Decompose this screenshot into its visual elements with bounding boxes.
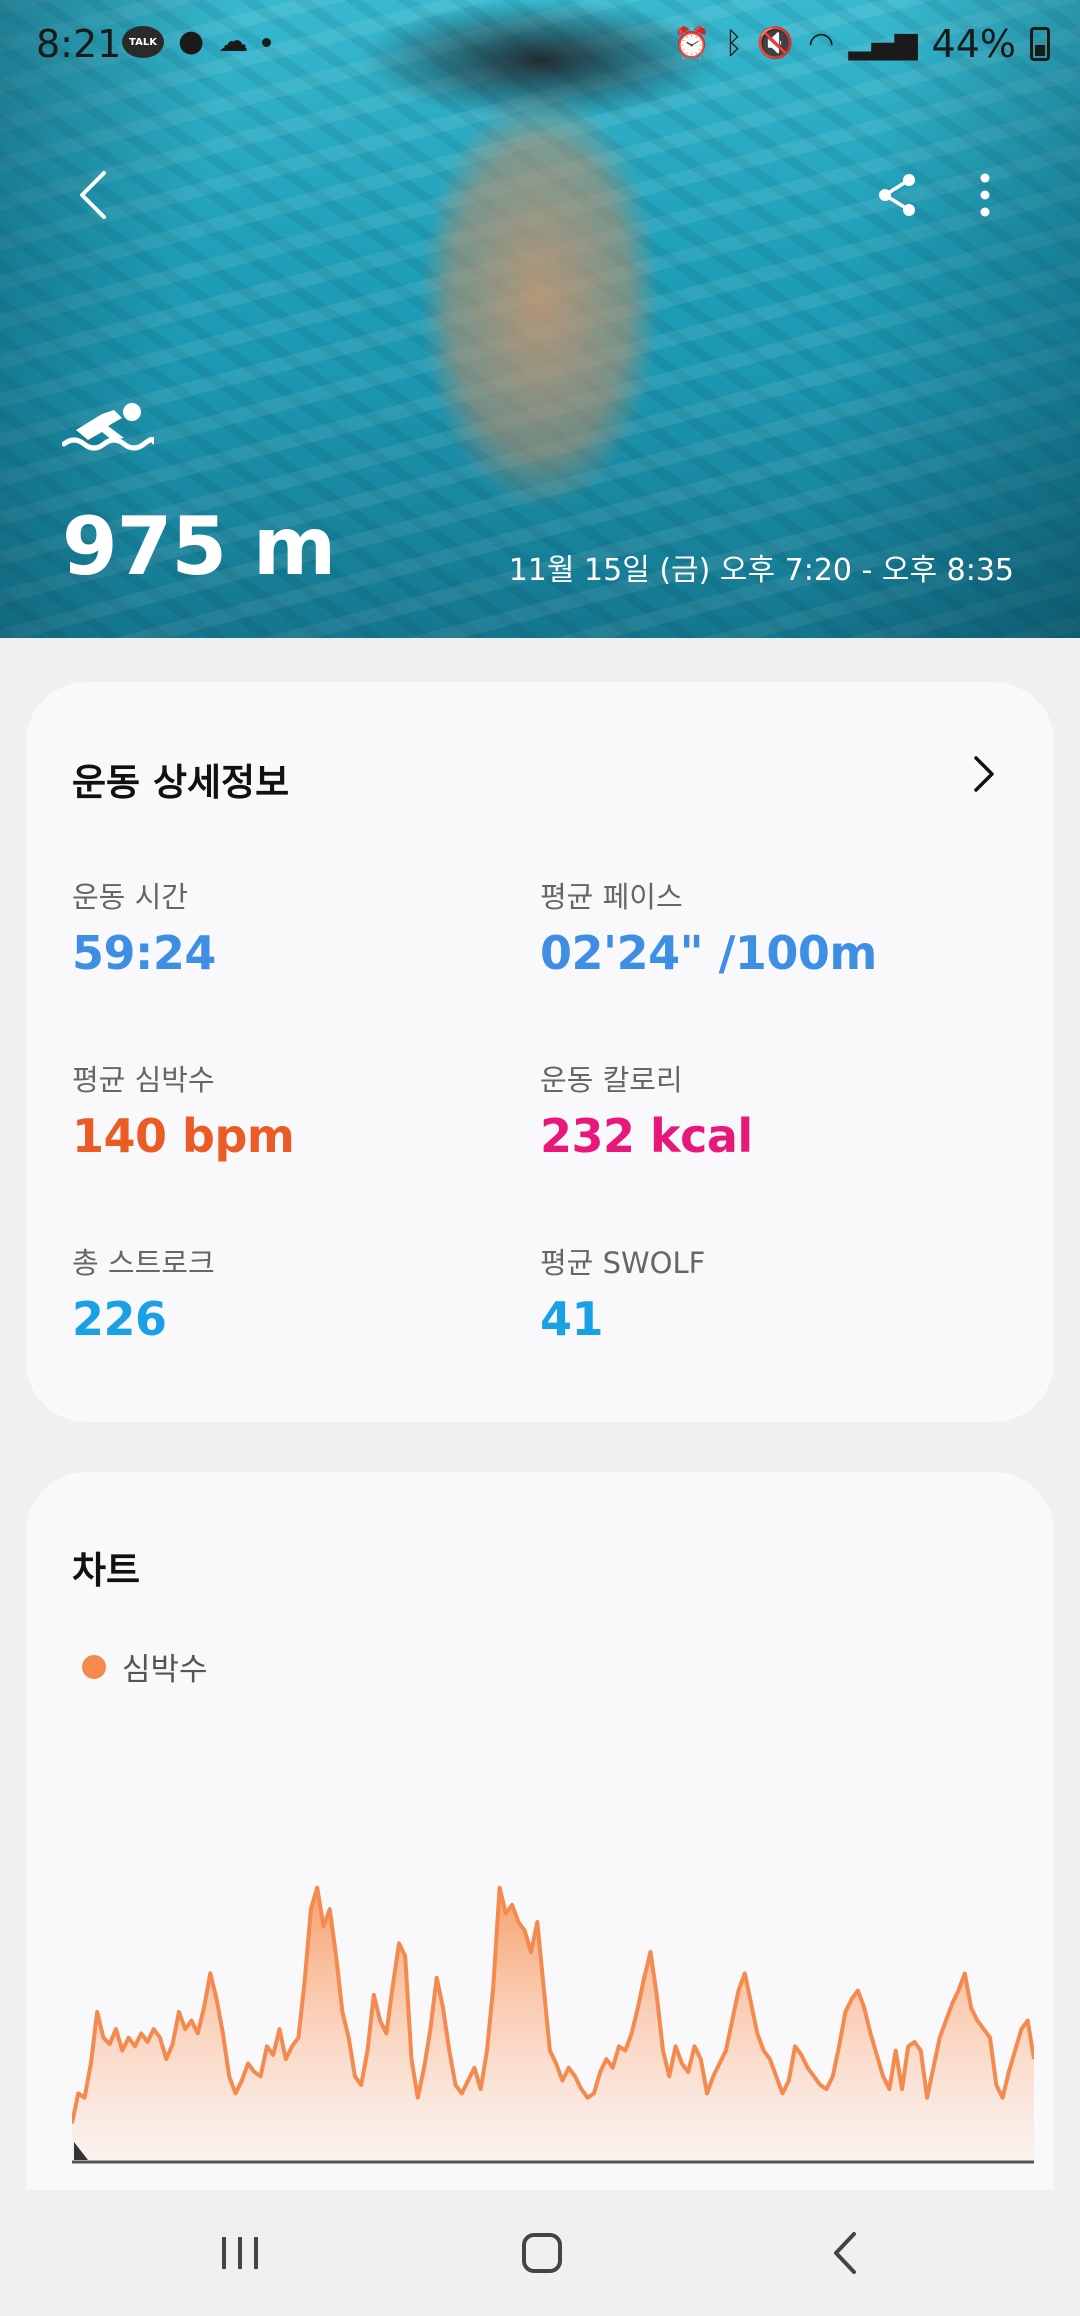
chevron-right-icon[interactable]: [964, 754, 1004, 794]
chart-legend: 심박수: [82, 1644, 208, 1689]
workout-time-range: 11월 15일 (금) 오후 7:20 - 오후 8:35: [508, 553, 1014, 588]
heart-rate-area: [72, 1887, 1034, 2162]
stat-value: 02'24" /100m: [540, 926, 877, 980]
stat-calories: 운동 칼로리 232 kcal: [540, 1057, 753, 1163]
stat-avg-heart-rate: 평균 심박수 140 bpm: [72, 1057, 295, 1163]
stat-avg-swolf: 평균 SWOLF 41: [540, 1240, 705, 1346]
signal-icon: ▂▄▆: [848, 26, 918, 61]
stat-value: 41: [540, 1292, 604, 1346]
home-button[interactable]: [507, 2218, 577, 2288]
cloud-icon: ☁: [218, 24, 249, 59]
stat-value: 226: [72, 1292, 167, 1346]
stat-label: 평균 심박수: [72, 1063, 215, 1097]
heart-rate-chart: [72, 1885, 1034, 2164]
stat-duration: 운동 시간 59:24: [72, 874, 216, 980]
mute-icon: 🔇: [756, 26, 795, 61]
stat-label: 운동 시간: [72, 880, 188, 914]
system-back-icon: [834, 2232, 856, 2274]
kakaotalk-icon: TALK: [122, 26, 164, 58]
workout-distance: 975 m: [62, 500, 336, 593]
share-icon: [879, 174, 915, 216]
battery-icon: [1030, 27, 1050, 61]
stat-avg-pace: 평균 페이스 02'24" /100m: [540, 874, 877, 980]
stat-label: 총 스트로크: [72, 1246, 215, 1280]
stat-value: 59:24: [72, 926, 216, 980]
system-back-button[interactable]: [810, 2218, 880, 2288]
details-title: 운동 상세정보: [72, 761, 290, 804]
workout-hero-image: 8:21 TALK ● ☁ ⏰ ᛒ 🔇 ◠ ▂▄▆ 44% 975 m 11월 …: [0, 0, 1080, 638]
stat-total-strokes: 총 스트로크 226: [72, 1240, 215, 1346]
back-arrow-icon: [80, 171, 106, 219]
wifi-icon: ◠: [808, 26, 835, 61]
stat-label: 평균 SWOLF: [540, 1246, 706, 1280]
status-bar: 8:21 TALK ● ☁ ⏰ ᛒ 🔇 ◠ ▂▄▆ 44%: [0, 0, 1080, 96]
recent-apps-icon: [222, 2237, 258, 2269]
status-time: 8:21: [36, 22, 122, 66]
recent-apps-button[interactable]: [205, 2218, 275, 2288]
swimming-icon: [62, 403, 154, 451]
more-notifications-dot: [262, 37, 272, 47]
stat-value: 140 bpm: [72, 1109, 295, 1163]
heart-rate-legend-dot: [82, 1654, 106, 1679]
stat-label: 운동 칼로리: [540, 1063, 683, 1097]
battery-percent: 44%: [931, 22, 1016, 66]
more-options-button[interactable]: [950, 160, 1020, 230]
system-navigation-bar: [0, 2190, 1080, 2316]
alarm-icon: ⏰: [673, 26, 711, 61]
heart-rate-legend-label: 심박수: [122, 1652, 208, 1688]
home-icon: [522, 2233, 562, 2273]
app-notification-icon: ●: [178, 24, 205, 59]
chart-title: 차트: [72, 1549, 141, 1592]
workout-details-card: 운동 상세정보 운동 시간 59:24 평균 페이스 02'24" /100m …: [26, 682, 1054, 1422]
more-vertical-icon: [980, 173, 990, 217]
share-button[interactable]: [862, 160, 932, 230]
bluetooth-icon: ᛒ: [724, 26, 743, 61]
stat-label: 평균 페이스: [540, 880, 683, 914]
back-button[interactable]: [58, 160, 128, 230]
stat-value: 232 kcal: [540, 1109, 753, 1163]
